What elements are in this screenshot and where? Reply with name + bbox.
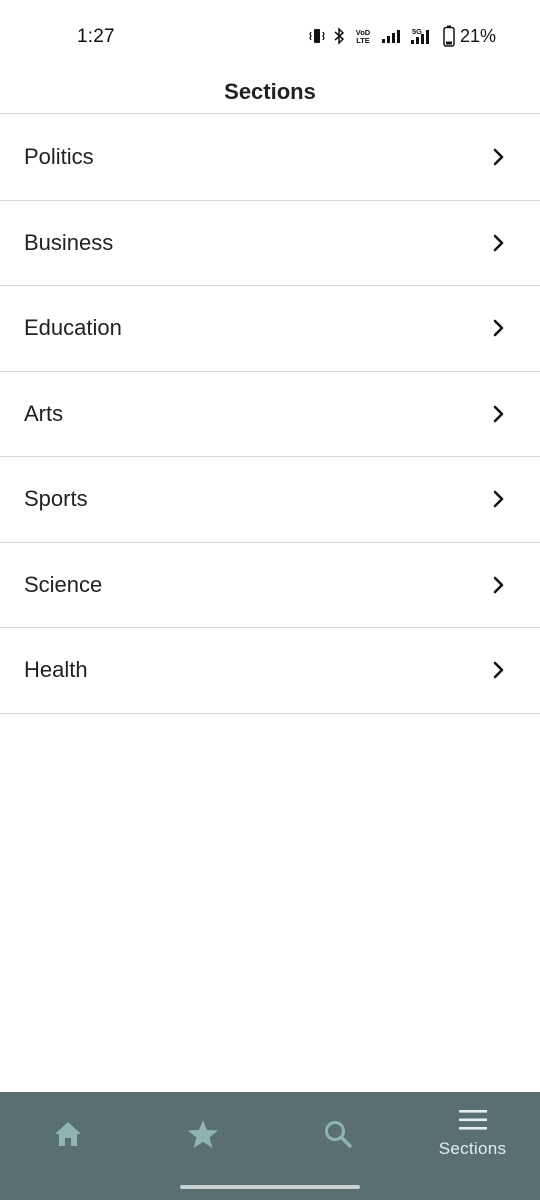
section-item-arts[interactable]: Arts: [0, 372, 540, 457]
battery-percent: 21%: [459, 25, 496, 46]
section-list: Politics Business Education Arts Sports: [0, 115, 540, 714]
section-label: Health: [24, 657, 88, 683]
section-item-science[interactable]: Science: [0, 543, 540, 628]
page-title: Sections: [224, 78, 316, 104]
section-label: Education: [24, 315, 122, 341]
section-item-politics[interactable]: Politics: [0, 115, 540, 201]
chevron-right-icon: [492, 318, 506, 338]
nav-sections[interactable]: Sections: [405, 1092, 540, 1176]
svg-text:5G: 5G: [412, 27, 422, 36]
menu-icon: [458, 1109, 488, 1131]
nav-search[interactable]: [270, 1092, 405, 1176]
section-label: Business: [24, 229, 114, 255]
status-bar: 1:27 VoD LTE 5G 21%: [0, 0, 540, 70]
chevron-right-icon: [492, 233, 506, 253]
section-label: Arts: [24, 400, 64, 426]
section-item-sports[interactable]: Sports: [0, 457, 540, 543]
battery-icon: [443, 25, 455, 47]
chevron-right-icon: [492, 660, 506, 680]
screen: 1:27 VoD LTE 5G 21% Sections Politics Bu…: [0, 0, 540, 1200]
status-time: 1:27: [77, 26, 115, 47]
svg-text:LTE: LTE: [356, 36, 370, 45]
bottom-nav: Sections: [0, 1092, 540, 1200]
volte-icon: VoD LTE: [353, 27, 373, 45]
page-header: Sections: [0, 70, 540, 114]
section-item-business[interactable]: Business: [0, 201, 540, 286]
home-indicator[interactable]: [180, 1185, 360, 1189]
star-icon: [187, 1119, 219, 1149]
5g-signal-icon: 5G: [409, 27, 435, 45]
signal-icon: [381, 28, 401, 44]
search-icon: [323, 1119, 353, 1149]
chevron-right-icon: [492, 489, 506, 509]
nav-home[interactable]: [0, 1092, 135, 1176]
nav-favorites[interactable]: [135, 1092, 270, 1176]
section-label: Science: [24, 571, 103, 597]
chevron-right-icon: [492, 147, 506, 167]
chevron-right-icon: [492, 575, 506, 595]
home-icon: [53, 1120, 83, 1148]
status-icons: VoD LTE 5G 21%: [309, 24, 496, 48]
nav-sections-label: Sections: [438, 1139, 507, 1158]
section-item-health[interactable]: Health: [0, 628, 540, 714]
vibrate-icon: [309, 27, 325, 45]
section-label: Sports: [24, 486, 88, 512]
section-item-education[interactable]: Education: [0, 286, 540, 372]
bluetooth-icon: [333, 27, 345, 45]
chevron-right-icon: [492, 404, 506, 424]
section-label: Politics: [24, 144, 94, 170]
